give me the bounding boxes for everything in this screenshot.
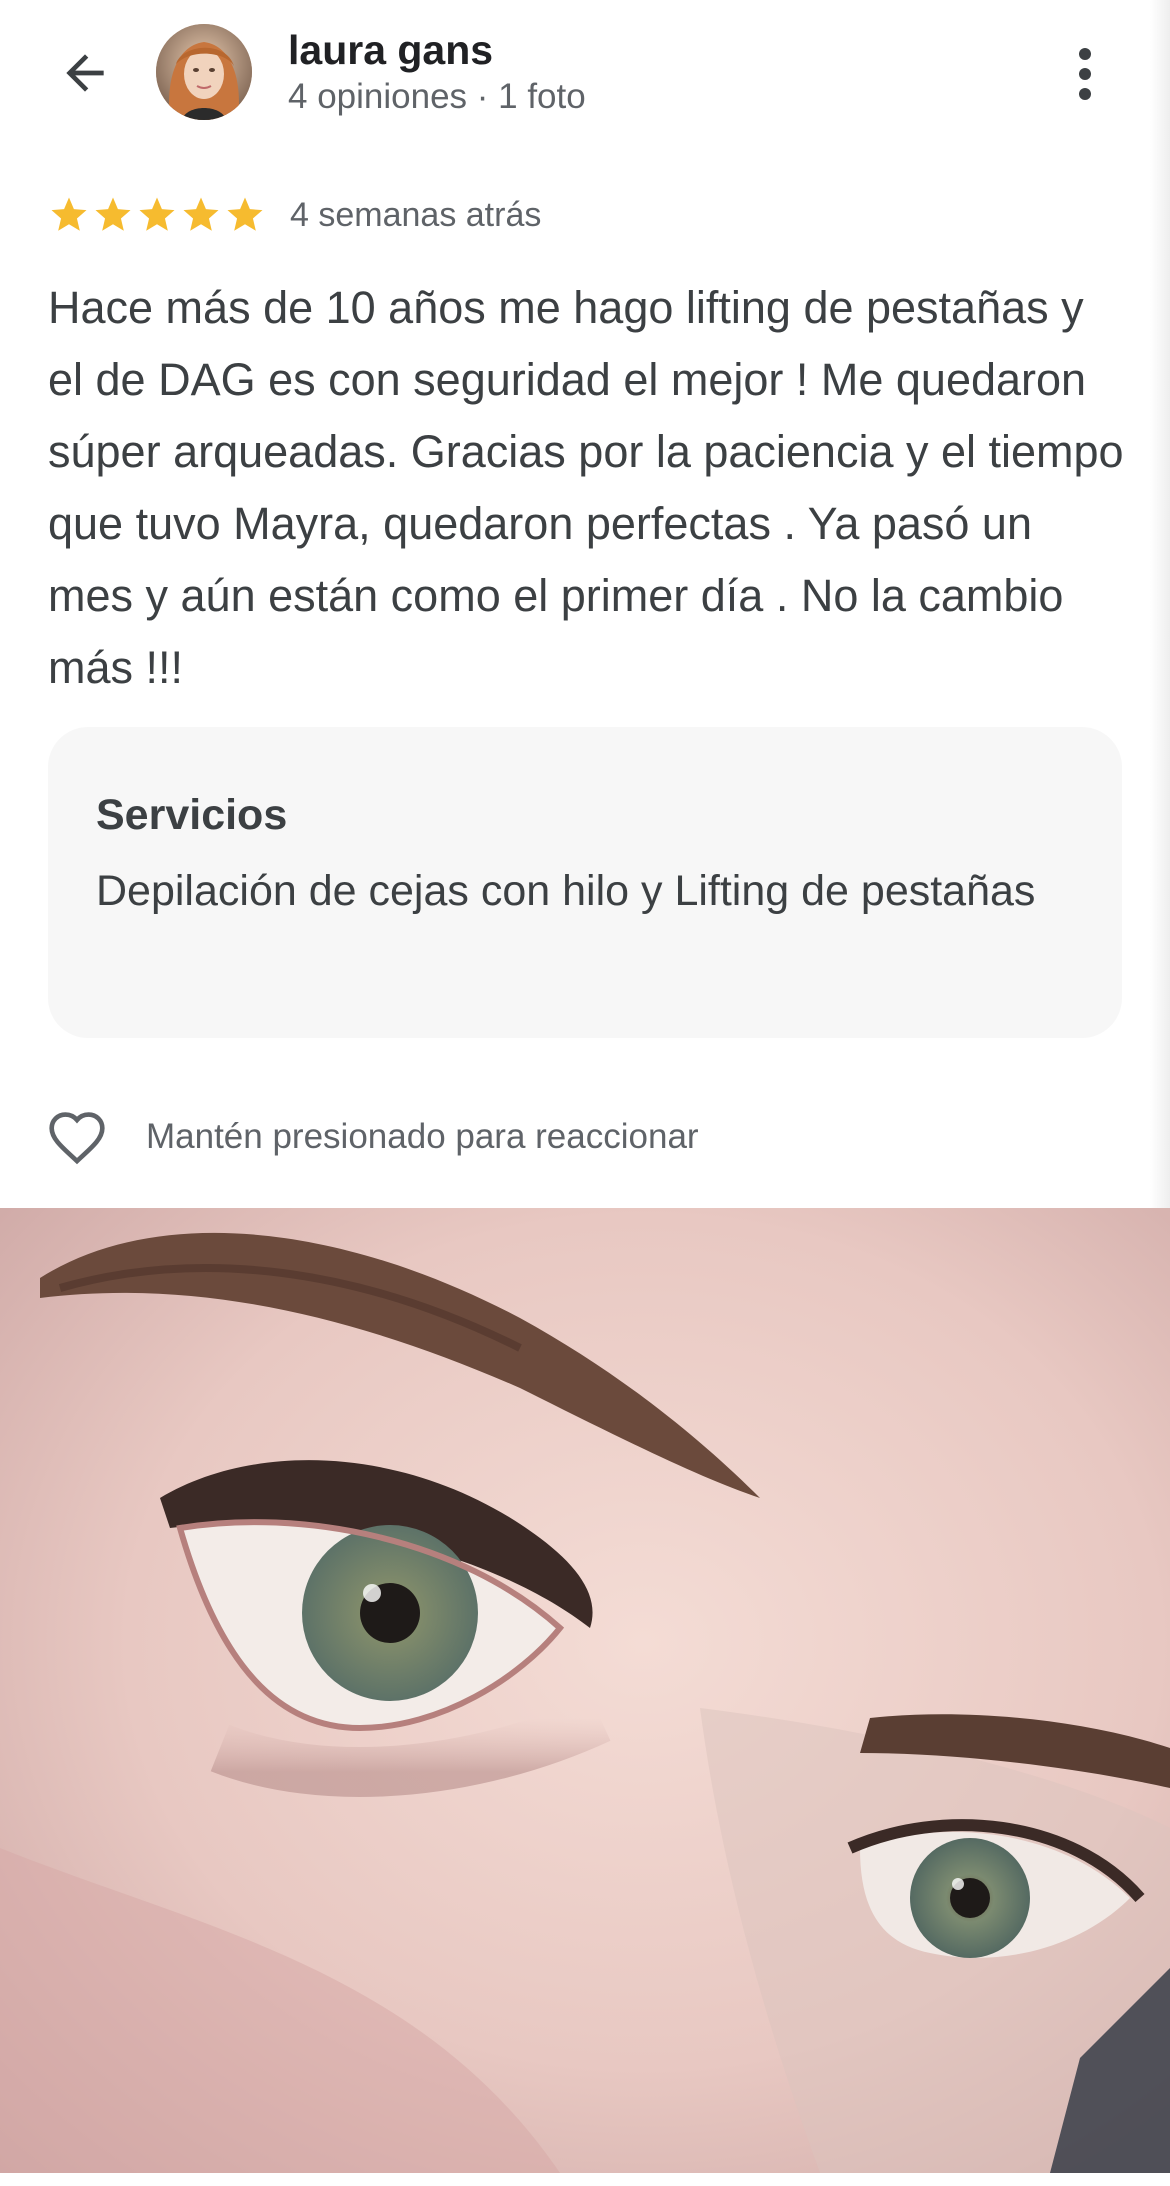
star-icon [51,197,87,231]
star-rating [48,194,266,236]
more-vertical-icon [1079,48,1091,100]
services-text: Depilación de cejas con hilo y Lifting d… [96,867,1036,915]
star-icon [183,197,219,231]
more-options-button[interactable] [1050,36,1120,112]
react-button[interactable]: Mantén presionado para reaccionar [46,1102,699,1172]
back-button[interactable] [50,38,120,108]
review-header: laura gans 4 opiniones · 1 foto [0,0,1170,150]
review-text: Hace más de 10 años me hago lifting de p… [48,282,1124,693]
star-icon [95,197,131,231]
rating-row: 4 semanas atrás [48,190,541,240]
edge-shadow [1150,0,1170,1208]
heart-outline-icon [49,1112,105,1165]
reviewer-stats: 4 opiniones · 1 foto [288,77,586,116]
review-date: 4 semanas atrás [290,195,542,234]
services-title: Servicios [96,791,288,839]
star-icon [139,197,175,231]
services-card: Servicios Depilación de cejas con hilo y… [48,727,1122,1038]
avatar[interactable] [156,24,252,120]
star-icon [227,197,263,231]
arrow-left-icon [66,54,104,92]
react-label: Mantén presionado para reaccionar [146,1117,699,1156]
reviewer-name[interactable]: laura gans [288,26,493,74]
review-photo[interactable] [0,1208,1170,2173]
